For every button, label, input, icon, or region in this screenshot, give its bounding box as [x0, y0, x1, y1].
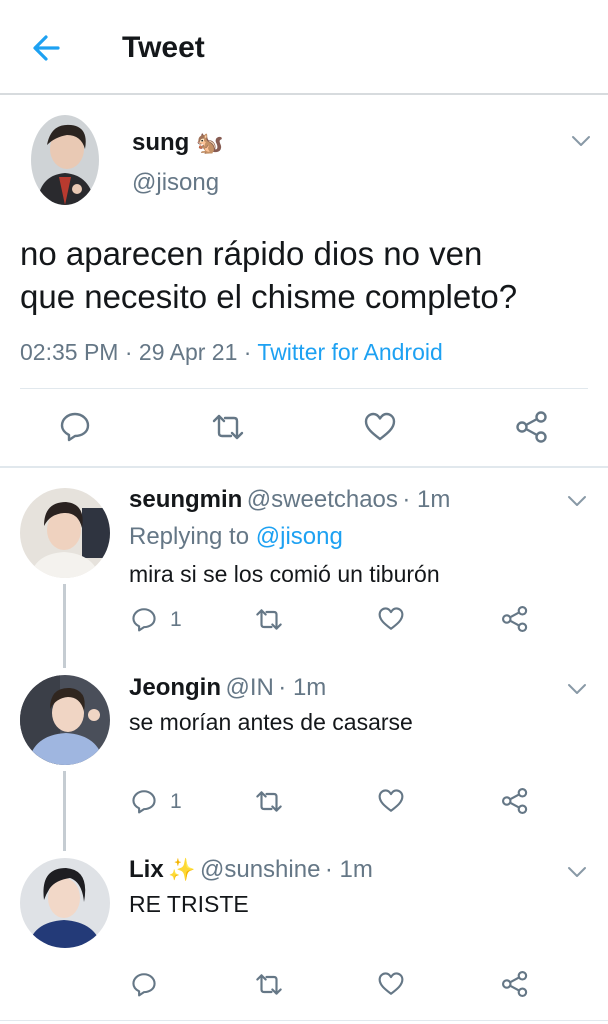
retweet-icon[interactable]: [254, 606, 284, 633]
squirrel-emoji-icon: 🐿️: [196, 130, 224, 155]
chevron-down-icon[interactable]: [567, 865, 587, 879]
tweet-date: 29 Apr 21: [138, 339, 238, 365]
meta-separator: ·: [243, 339, 252, 365]
section-divider: [0, 466, 608, 468]
reply-text: mira si se los comió un tiburón: [129, 561, 440, 587]
share-icon[interactable]: [501, 787, 529, 815]
reply-text: RE TRISTE: [129, 891, 249, 917]
chevron-down-icon[interactable]: [571, 134, 591, 148]
reply-icon[interactable]: [131, 788, 157, 814]
retweet-icon[interactable]: [254, 971, 284, 998]
like-heart-icon[interactable]: [377, 971, 405, 997]
tweet-text-line-2: que necesito el chisme completo?: [20, 278, 518, 315]
avatar[interactable]: [20, 858, 110, 948]
reply-header: seungmin @sweetchaos · 1m: [129, 486, 450, 514]
reply-author-handle[interactable]: @IN: [225, 674, 273, 701]
share-icon[interactable]: [501, 970, 529, 998]
reply-author-handle[interactable]: @sunshine: [200, 856, 320, 883]
reply-icon[interactable]: [131, 606, 157, 632]
reply-count: 1: [170, 608, 182, 631]
retweet-icon[interactable]: [254, 788, 284, 815]
sparkles-emoji-icon: ✨: [168, 857, 196, 882]
tweet-meta: 02:35 PM · 29 Apr 21 · Twitter for Andro…: [20, 338, 443, 366]
reply-count: 1: [170, 790, 182, 813]
reply-header: Lix ✨ @sunshine · 1m: [129, 856, 373, 884]
page-title: Tweet: [122, 31, 205, 64]
thread-line: [63, 771, 66, 851]
avatar[interactable]: [31, 115, 99, 205]
replying-to-handle-link[interactable]: @jisong: [256, 523, 343, 550]
avatar[interactable]: [20, 488, 110, 578]
author-name[interactable]: sung 🐿️: [132, 129, 223, 157]
like-heart-icon[interactable]: [377, 788, 405, 814]
meta-separator: ·: [124, 339, 133, 365]
back-arrow-icon[interactable]: [28, 30, 64, 66]
tweet-text: no aparecen rápido dios no ven que neces…: [20, 232, 600, 318]
reply-text: se morían antes de casarse: [129, 709, 413, 735]
reply-author-name[interactable]: Lix: [129, 856, 164, 883]
top-app-bar: Tweet: [0, 0, 608, 95]
like-heart-icon[interactable]: [377, 606, 405, 632]
retweet-icon[interactable]: [210, 411, 246, 443]
bottom-divider: [0, 1020, 608, 1021]
reply-icon[interactable]: [59, 410, 91, 442]
like-heart-icon[interactable]: [363, 411, 397, 443]
author-name-text: sung: [132, 129, 190, 156]
thread-line: [63, 584, 66, 668]
share-icon[interactable]: [501, 605, 529, 633]
avatar[interactable]: [20, 675, 110, 765]
tweet-time: 02:35 PM: [20, 339, 119, 365]
reply-author-name[interactable]: seungmin: [129, 486, 242, 513]
reply-time: · 1m: [324, 856, 373, 883]
tweet-source-link[interactable]: Twitter for Android: [257, 339, 442, 365]
chevron-down-icon[interactable]: [567, 494, 587, 508]
reply-header: Jeongin @IN · 1m: [129, 674, 326, 702]
author-handle[interactable]: @jisong: [132, 169, 219, 197]
chevron-down-icon[interactable]: [567, 682, 587, 696]
reply-icon[interactable]: [131, 971, 157, 997]
reply-time: · 1m: [278, 674, 327, 701]
reply-author-handle[interactable]: @sweetchaos: [247, 486, 398, 513]
reply-time: · 1m: [402, 486, 451, 513]
divider: [20, 388, 588, 389]
replying-to: Replying to @jisong: [129, 523, 343, 551]
replying-to-label: Replying to: [129, 523, 250, 550]
tweet-text-line-1: no aparecen rápido dios no ven: [20, 235, 483, 272]
share-icon[interactable]: [515, 410, 549, 444]
reply-author-name[interactable]: Jeongin: [129, 674, 221, 701]
